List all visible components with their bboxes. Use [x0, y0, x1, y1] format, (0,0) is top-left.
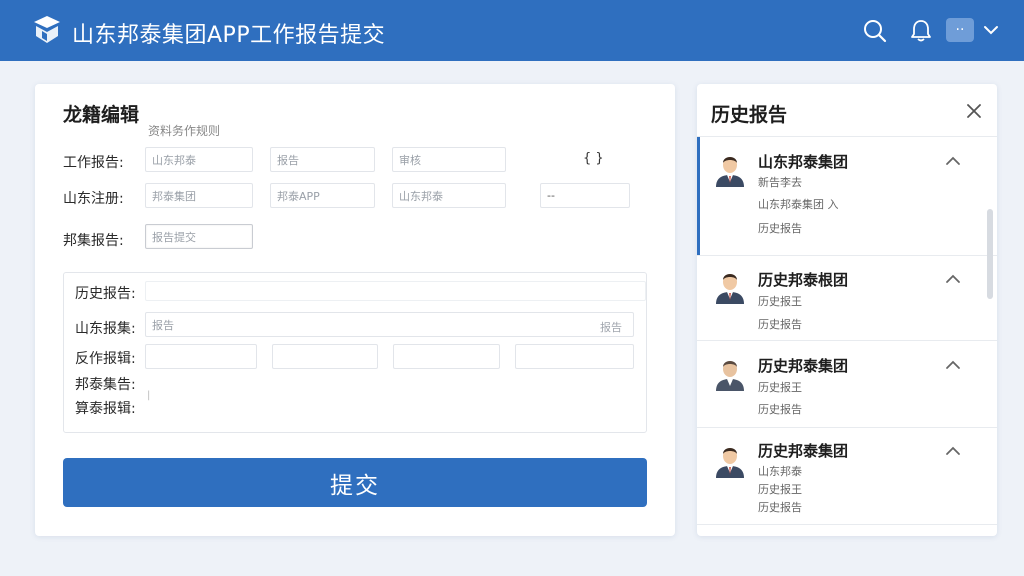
- row-label-registration: 山东注册:: [63, 191, 124, 207]
- form-subtitle: 资料务作规则: [148, 124, 221, 138]
- history-item[interactable]: 历史邦泰根团 历史报王 历史报告: [697, 256, 987, 340]
- person-avatar-icon: [716, 274, 744, 304]
- submit-button[interactable]: 提交: [63, 458, 647, 507]
- chevron-up-icon[interactable]: [945, 273, 961, 285]
- close-icon[interactable]: [965, 102, 983, 120]
- history-item-line: 历史报告: [758, 403, 802, 416]
- history-item-line: 山东邦泰: [758, 465, 802, 478]
- registration-field-1[interactable]: [145, 183, 253, 208]
- history-scrollbar[interactable]: [987, 209, 993, 299]
- reverse-field-3[interactable]: [393, 344, 500, 369]
- history-item-line: 历史报王: [758, 381, 802, 394]
- history-item-line: 历史报王: [758, 483, 802, 496]
- history-item-line: 山东邦泰集团 入: [758, 198, 839, 211]
- registration-field-3[interactable]: [392, 183, 506, 208]
- bell-icon[interactable]: [908, 18, 934, 44]
- row-label-reverse: 反作报辑:: [75, 351, 136, 367]
- top-bar: 山东邦泰集团APP工作报告提交 ··: [0, 0, 1024, 61]
- group-report-field[interactable]: [145, 224, 253, 249]
- row-label-work-report: 工作报告:: [63, 155, 124, 171]
- app-title: 山东邦泰集团APP工作报告提交: [72, 23, 386, 48]
- history-field[interactable]: [145, 281, 646, 301]
- company-logo-icon: [34, 16, 60, 43]
- history-item-name: 历史邦泰集团: [758, 442, 849, 460]
- history-item-line: 历史报告: [758, 222, 802, 235]
- reverse-field-4[interactable]: [515, 344, 634, 369]
- person-avatar-icon: [716, 361, 744, 391]
- chevron-up-icon[interactable]: [945, 155, 961, 167]
- history-item-line: 历史报告: [758, 501, 802, 514]
- reverse-field-2[interactable]: [272, 344, 378, 369]
- chevron-up-icon[interactable]: [945, 445, 961, 457]
- row-label-calc: 算泰报辑:: [75, 401, 136, 417]
- bracket-text: { }: [583, 151, 604, 166]
- chevron-down-icon[interactable]: [982, 22, 1000, 38]
- report-form-card: 龙籍编辑 资料务作规则 工作报告: { } 山东注册: 邦集报告: 历史报告: …: [35, 84, 675, 536]
- history-item-name: 山东邦泰集团: [758, 153, 849, 171]
- history-title: 历史报告: [711, 104, 788, 126]
- history-divider: [697, 524, 997, 525]
- history-item-line: 新告李去: [758, 176, 802, 189]
- user-menu-button[interactable]: ··: [946, 18, 974, 42]
- history-item[interactable]: 山东邦泰集团 新告李去 山东邦泰集团 入 历史报告: [697, 137, 987, 255]
- person-avatar-icon: [716, 448, 744, 478]
- work-report-field-3[interactable]: [392, 147, 506, 172]
- row-label-shandong: 山东报集:: [75, 321, 136, 337]
- registration-field-4[interactable]: [540, 183, 630, 208]
- work-report-field-1[interactable]: [145, 147, 253, 172]
- chevron-up-icon[interactable]: [945, 359, 961, 371]
- history-item-line: 历史报告: [758, 318, 802, 331]
- history-item-line: 历史报王: [758, 295, 802, 308]
- row-label-history: 历史报告:: [75, 286, 136, 302]
- history-item[interactable]: 历史邦泰集团 历史报王 历史报告: [697, 341, 987, 427]
- person-avatar-icon: [716, 157, 744, 187]
- history-item-name: 历史邦泰集团: [758, 357, 849, 375]
- reverse-field-1[interactable]: [145, 344, 257, 369]
- history-item-name: 历史邦泰根团: [758, 271, 849, 289]
- work-report-field-2[interactable]: [270, 147, 375, 172]
- row-label-group-report: 邦集报告:: [63, 233, 124, 249]
- form-title: 龙籍编辑: [63, 104, 140, 126]
- row-label-group-notice: 邦泰集告:: [75, 377, 136, 393]
- shandong-field[interactable]: [145, 312, 634, 337]
- registration-field-2[interactable]: [270, 183, 375, 208]
- history-item[interactable]: 历史邦泰集团 山东邦泰 历史报王 历史报告: [697, 428, 987, 524]
- cursor-mark: |: [147, 390, 151, 401]
- search-icon[interactable]: [862, 18, 888, 44]
- history-panel: 历史报告 山东邦泰集团 新告李去 山东邦泰集团 入 历史报告 历史邦泰根团 历史…: [697, 84, 997, 536]
